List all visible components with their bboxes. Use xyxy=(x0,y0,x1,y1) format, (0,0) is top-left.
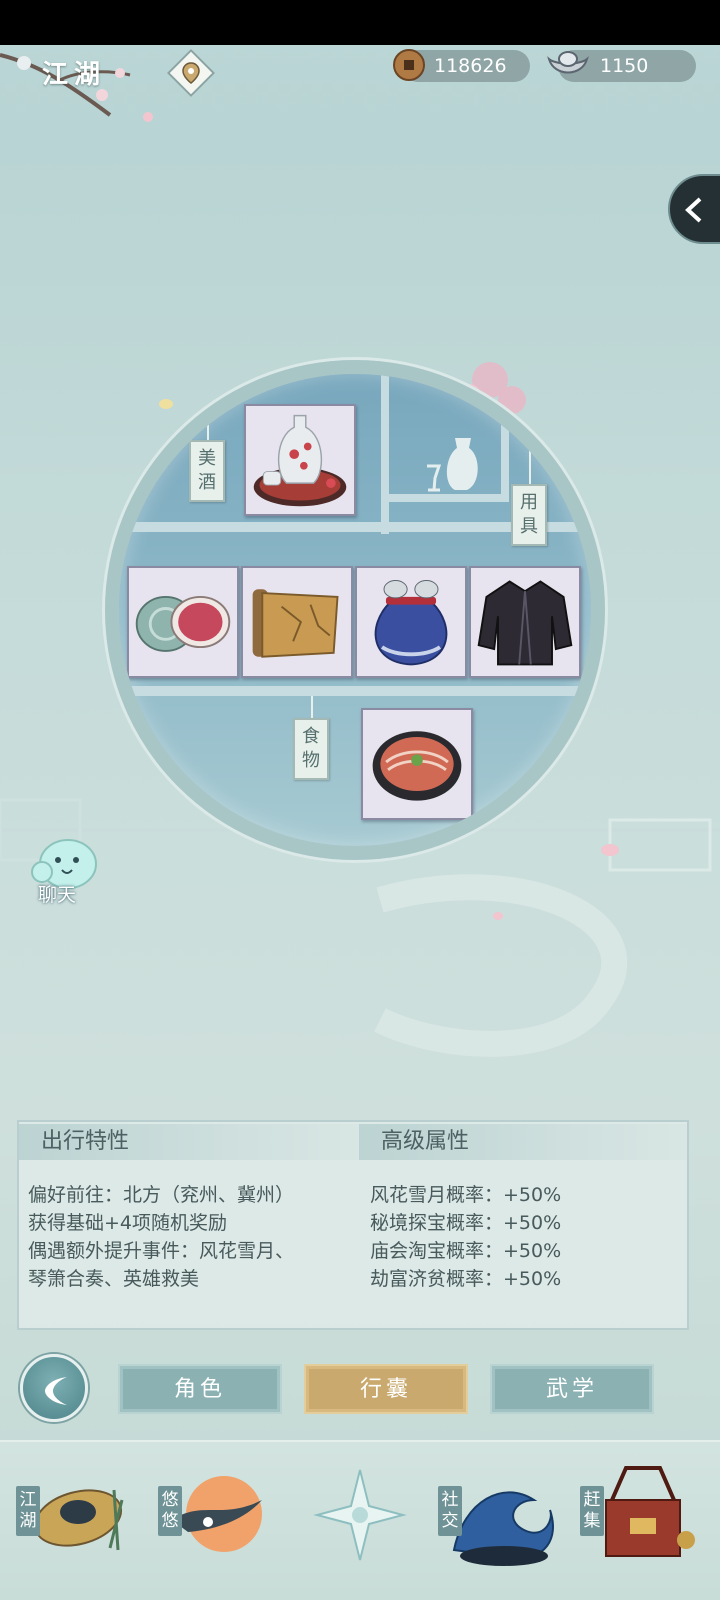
chevron-left-icon xyxy=(685,197,702,223)
shelf-divider xyxy=(381,374,389,534)
nav-label-youyou: 悠悠 xyxy=(158,1486,182,1536)
tab-role[interactable]: 角色 xyxy=(118,1364,282,1414)
copper-coin-icon xyxy=(393,49,425,81)
item-sliced-meat-dish[interactable] xyxy=(361,708,473,820)
rouge-box-icon xyxy=(135,595,231,652)
bag-shelf-window: 美酒 用具 食物 xyxy=(105,360,605,860)
region-title: 江湖 xyxy=(42,60,107,90)
travel-traits-title: 出行特性 xyxy=(19,1124,359,1160)
side-panel-toggle[interactable] xyxy=(668,174,720,244)
shelf-small-box xyxy=(389,494,509,502)
advanced-attribute-line: 秘境探宝概率：+50% xyxy=(370,1212,562,1234)
nav-center-emblem[interactable] xyxy=(295,1460,425,1570)
silver-ingot-icon xyxy=(547,51,589,74)
shelf-tag-tools: 用具 xyxy=(511,484,547,546)
back-button[interactable] xyxy=(20,1354,88,1422)
item-coin-pouch[interactable] xyxy=(355,566,467,678)
star-emblem-icon xyxy=(313,1469,407,1561)
tab-martial-arts[interactable]: 武学 xyxy=(490,1364,654,1414)
tag-string-food xyxy=(311,696,313,720)
travel-trait-line: 偏好前往：北方（兖州、冀州） xyxy=(28,1184,295,1206)
advanced-attributes-list: 风花雪月概率：+50% 秘境探宝概率：+50% 庙会淘宝概率：+50% 劫富济贫… xyxy=(370,1181,680,1293)
shelf-small-post xyxy=(501,414,509,502)
vase-decoration xyxy=(427,438,478,492)
status-bar xyxy=(0,0,720,45)
item-dark-robe[interactable] xyxy=(469,566,581,678)
nav-youyou[interactable]: 悠悠 xyxy=(152,1460,282,1570)
back-arrow-icon xyxy=(45,1377,67,1405)
item-rouge-box[interactable] xyxy=(127,566,239,678)
advanced-attributes-title: 高级属性 xyxy=(359,1124,687,1160)
tag-string-wine xyxy=(207,422,209,442)
map-scroll-icon xyxy=(252,589,339,658)
travel-traits-list: 偏好前往：北方（兖州、冀州） 获得基础+4项随机奖励 偶遇额外提升事件：风花雪月… xyxy=(28,1181,358,1293)
travel-trait-line: 偶遇额外提升事件：风花雪月、 xyxy=(28,1240,295,1262)
advanced-attribute-line: 风花雪月概率：+50% xyxy=(370,1184,562,1206)
nav-label-social: 社交 xyxy=(438,1486,462,1536)
copper-coin-amount: 118626 xyxy=(434,55,507,77)
robe-icon xyxy=(477,580,573,666)
item-wine-set[interactable] xyxy=(244,404,356,516)
nav-label-market: 赶集 xyxy=(580,1486,604,1536)
travel-trait-line: 琴箫合奏、英雄救美 xyxy=(28,1268,200,1290)
nav-market[interactable]: 赶集 xyxy=(576,1460,706,1570)
tab-bag[interactable]: 行囊 xyxy=(304,1364,468,1414)
nav-jianghu[interactable]: 江湖 xyxy=(10,1460,140,1570)
shelf-middle xyxy=(119,686,591,696)
wine-jug-icon xyxy=(253,414,347,507)
nav-social[interactable]: 社交 xyxy=(434,1460,564,1570)
shelf-tag-food: 食物 xyxy=(293,718,329,780)
nav-label-jianghu: 江湖 xyxy=(16,1486,40,1536)
shelf-tag-wine: 美酒 xyxy=(189,440,225,502)
advanced-attribute-line: 庙会淘宝概率：+50% xyxy=(370,1240,562,1262)
meat-dish-icon xyxy=(372,731,462,801)
pouch-icon xyxy=(374,580,448,666)
chat-label[interactable]: 聊天 xyxy=(38,880,76,907)
travel-trait-line: 获得基础+4项随机奖励 xyxy=(28,1212,228,1234)
item-old-map[interactable] xyxy=(241,566,353,678)
silver-ingot-amount: 1150 xyxy=(600,55,649,77)
advanced-attribute-line: 劫富济贫概率：+50% xyxy=(370,1268,562,1290)
tag-string-tools xyxy=(529,448,531,484)
location-pin-icon xyxy=(182,62,200,84)
